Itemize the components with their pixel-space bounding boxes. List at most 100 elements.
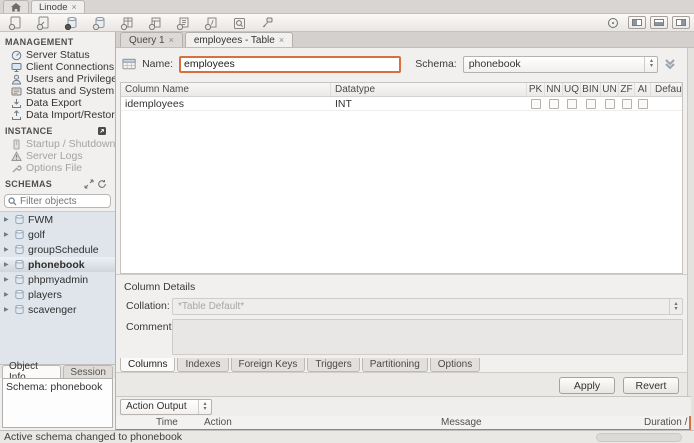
sidebar-item-label: Data Import/Restore <box>26 109 115 121</box>
header-un: UN <box>601 83 619 96</box>
pk-checkbox[interactable] <box>531 99 541 109</box>
instance-section-header: INSTANCE <box>0 121 115 138</box>
sidebar-item-label: Server Status <box>26 49 90 61</box>
toggle-right-sidebar-button[interactable] <box>672 16 690 29</box>
sidebar-item-status-system-variables[interactable]: Status and System Variables <box>0 85 115 97</box>
tab-options[interactable]: Options <box>430 358 480 372</box>
columns-grid: Column Name Datatype PK NN UQ BIN UN ZF … <box>120 82 683 274</box>
schema-list[interactable]: ▶ FWM ▶ golf ▶ groupSchedule ▶ phonebook… <box>0 211 115 364</box>
table-row[interactable]: idemployees INT <box>121 97 682 111</box>
new-sql-tab-button[interactable] <box>4 15 26 30</box>
schema-icon <box>14 274 25 285</box>
bottom-panel-icon <box>654 19 664 26</box>
expander-icon[interactable]: ▶ <box>4 216 11 223</box>
schema-row-golf[interactable]: ▶ golf <box>0 227 115 242</box>
create-function-icon <box>204 16 218 30</box>
apply-button[interactable]: Apply <box>559 377 615 394</box>
schema-row-phpmyadmin[interactable]: ▶ phpmyadmin <box>0 272 115 287</box>
tab-employees-table[interactable]: employees - Table × <box>185 32 293 47</box>
search-data-button[interactable] <box>228 15 250 30</box>
open-sql-script-button[interactable] <box>32 15 54 30</box>
expander-icon[interactable]: ▶ <box>4 261 11 268</box>
create-procedure-button[interactable] <box>172 15 194 30</box>
open-sql-script-icon <box>36 16 50 30</box>
connection-tab-label: Linode <box>39 2 68 13</box>
uq-checkbox[interactable] <box>567 99 577 109</box>
sidebar-item-options-file[interactable]: Options File <box>0 162 115 174</box>
expand-collapse-icon[interactable] <box>84 179 94 189</box>
table-name-input[interactable] <box>179 56 401 73</box>
reconnect-dbms-button[interactable] <box>256 15 278 30</box>
output-selector[interactable]: Action Output ▴▾ <box>120 399 212 415</box>
close-icon[interactable]: × <box>279 35 284 45</box>
revert-button[interactable]: Revert <box>623 377 679 394</box>
create-view-button[interactable] <box>144 15 166 30</box>
expander-icon[interactable]: ▶ <box>4 246 11 253</box>
sidebar-item-users-and-privileges[interactable]: Users and Privileges <box>0 73 115 85</box>
ai-checkbox[interactable] <box>638 99 648 109</box>
info-panel-tabs: Object Info Session <box>0 364 115 378</box>
connection-tab-linode[interactable]: Linode × <box>31 0 85 13</box>
header-pk: PK <box>527 83 545 96</box>
sidebar-item-server-status[interactable]: Server Status <box>0 49 115 61</box>
tab-foreign-keys[interactable]: Foreign Keys <box>231 358 306 372</box>
create-schema-button[interactable] <box>88 15 110 30</box>
schema-row-fwm[interactable]: ▶ FWM <box>0 212 115 227</box>
tab-partitioning[interactable]: Partitioning <box>362 358 428 372</box>
refresh-icon[interactable] <box>97 179 107 189</box>
un-checkbox[interactable] <box>605 99 615 109</box>
schema-row-scavenger[interactable]: ▶ scavenger <box>0 302 115 317</box>
nn-checkbox[interactable] <box>549 99 559 109</box>
sidebar-item-startup-shutdown[interactable]: Startup / Shutdown <box>0 138 115 150</box>
expander-icon[interactable]: ▶ <box>4 291 11 298</box>
schema-row-players[interactable]: ▶ players <box>0 287 115 302</box>
schema-icon <box>14 229 25 240</box>
sidebar-item-client-connections[interactable]: Client Connections <box>0 61 115 73</box>
open-inspector-button[interactable] <box>60 15 82 30</box>
toggle-left-sidebar-button[interactable] <box>628 16 646 29</box>
bin-checkbox[interactable] <box>586 99 596 109</box>
sidebar-item-data-import-restore[interactable]: Data Import/Restore <box>0 109 115 121</box>
close-icon[interactable]: × <box>169 35 174 45</box>
close-icon[interactable]: × <box>72 2 77 12</box>
expander-icon[interactable]: ▶ <box>4 231 11 238</box>
schema-icon <box>14 214 25 225</box>
sidebar-item-server-logs[interactable]: Server Logs <box>0 150 115 162</box>
schema-row-phonebook[interactable]: ▶ phonebook <box>0 257 115 272</box>
tab-label: employees - Table <box>194 35 275 46</box>
apply-revert-strip: Apply Revert <box>116 372 687 398</box>
toolbar-right-group <box>608 16 690 29</box>
schema-filter-input[interactable] <box>20 196 100 207</box>
home-tab[interactable] <box>3 0 29 13</box>
tab-columns[interactable]: Columns <box>120 358 175 372</box>
sidebar-item-label: Startup / Shutdown <box>26 138 115 150</box>
cell-column-name[interactable]: idemployees <box>121 97 331 110</box>
toggle-output-area-button[interactable] <box>650 16 668 29</box>
search-data-icon <box>232 16 246 30</box>
tab-triggers[interactable]: Triggers <box>307 358 359 372</box>
schema-select[interactable]: phonebook ▴▾ <box>463 56 659 73</box>
tab-query-1[interactable]: Query 1 × <box>120 32 183 47</box>
stepper-icon: ▴▾ <box>644 57 657 72</box>
schema-row-groupschedule[interactable]: ▶ groupSchedule <box>0 242 115 257</box>
stepper-icon: ▴▾ <box>198 400 211 414</box>
collation-value: *Table Default* <box>178 301 244 312</box>
tab-object-info[interactable]: Object Info <box>2 365 61 378</box>
expand-header-button[interactable] <box>658 57 681 71</box>
tab-session[interactable]: Session <box>63 365 113 378</box>
expander-icon[interactable]: ▶ <box>4 306 11 313</box>
expander-icon[interactable]: ▶ <box>4 276 11 283</box>
create-function-button[interactable] <box>200 15 222 30</box>
cell-default[interactable] <box>651 97 682 110</box>
column-details-section: Column Details Collation: *Table Default… <box>116 274 687 358</box>
cell-ai <box>635 97 651 110</box>
instance-actions-icon[interactable] <box>97 126 107 136</box>
create-table-button[interactable] <box>116 15 138 30</box>
tab-indexes[interactable]: Indexes <box>177 358 228 372</box>
zf-checkbox[interactable] <box>622 99 632 109</box>
sidebar-item-data-export[interactable]: Data Export <box>0 97 115 109</box>
header-ai: AI <box>635 83 651 96</box>
cell-datatype[interactable]: INT <box>331 97 527 110</box>
schema-name: scavenger <box>28 304 76 316</box>
schemas-section-header: SCHEMAS <box>0 174 115 191</box>
